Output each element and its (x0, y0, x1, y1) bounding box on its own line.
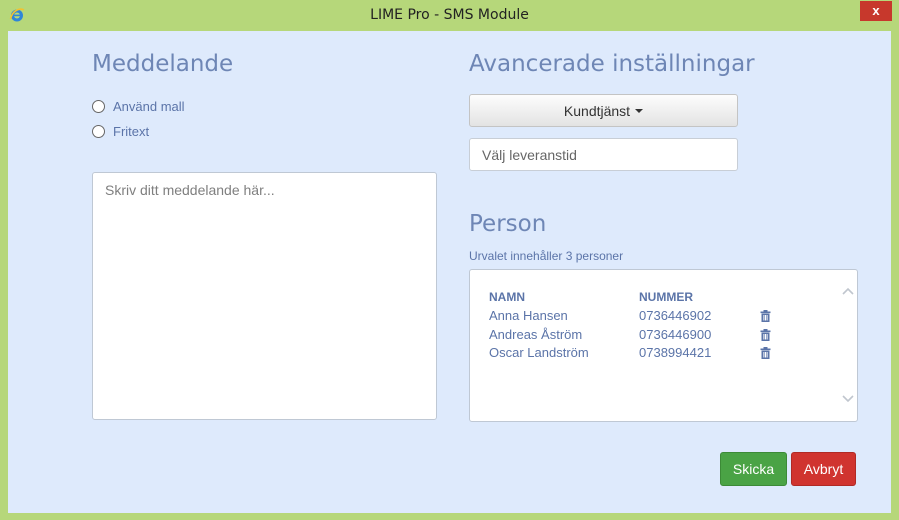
trash-icon[interactable] (760, 329, 771, 341)
table-row: Andreas Åström 0736446900 (470, 327, 857, 345)
title-bar: LIME Pro - SMS Module x (0, 0, 899, 31)
selection-info: Urvalet innehåller 3 personer (469, 249, 624, 263)
radio-circle[interactable] (92, 99, 105, 113)
table-row: Oscar Landström 0738994421 (470, 345, 857, 363)
message-heading: Meddelande (92, 51, 234, 77)
person-name: Oscar Landström (489, 345, 589, 360)
window-title: LIME Pro - SMS Module (370, 7, 529, 23)
table-row: Anna Hansen 0736446902 (470, 308, 857, 326)
close-button[interactable]: x (860, 1, 892, 21)
send-button[interactable]: Skicka (720, 452, 787, 486)
person-number: 0736446900 (639, 327, 712, 342)
message-textarea[interactable]: Skriv ditt meddelande här... (92, 172, 437, 420)
column-header-number: NUMMER (639, 290, 693, 304)
radio-use-template[interactable]: Använd mall (92, 97, 185, 115)
sender-dropdown-label: Kundtjänst (563, 102, 631, 119)
cancel-button[interactable]: Avbryt (791, 452, 856, 486)
person-name: Anna Hansen (489, 308, 568, 323)
person-name: Andreas Åström (489, 327, 583, 342)
caret-down-icon (635, 108, 644, 113)
person-number: 0738994421 (639, 345, 712, 360)
column-header-name: NAMN (489, 290, 525, 304)
person-number: 0736446902 (639, 308, 712, 323)
message-placeholder: Skriv ditt meddelande här... (105, 182, 275, 198)
advanced-settings-heading: Avancerade inställningar (469, 51, 755, 77)
delivery-time-placeholder: Välj leveranstid (482, 146, 577, 163)
scroll-down-icon[interactable] (841, 394, 855, 404)
radio-free-text[interactable]: Fritext (92, 122, 149, 140)
radio-label-free-text: Fritext (113, 123, 150, 139)
radio-circle[interactable] (92, 124, 105, 138)
sms-module-dialog: Meddelande Använd mall Fritext Skriv dit… (8, 31, 891, 513)
sender-dropdown[interactable]: Kundtjänst (469, 94, 738, 127)
person-heading: Person (469, 211, 547, 237)
trash-icon[interactable] (760, 310, 771, 322)
delivery-time-input[interactable]: Välj leveranstid (469, 138, 738, 171)
trash-icon[interactable] (760, 347, 771, 359)
scroll-up-icon[interactable] (841, 286, 855, 296)
radio-label-template: Använd mall (113, 98, 185, 114)
person-list: NAMN NUMMER Anna Hansen 0736446902 Andre… (469, 269, 858, 422)
